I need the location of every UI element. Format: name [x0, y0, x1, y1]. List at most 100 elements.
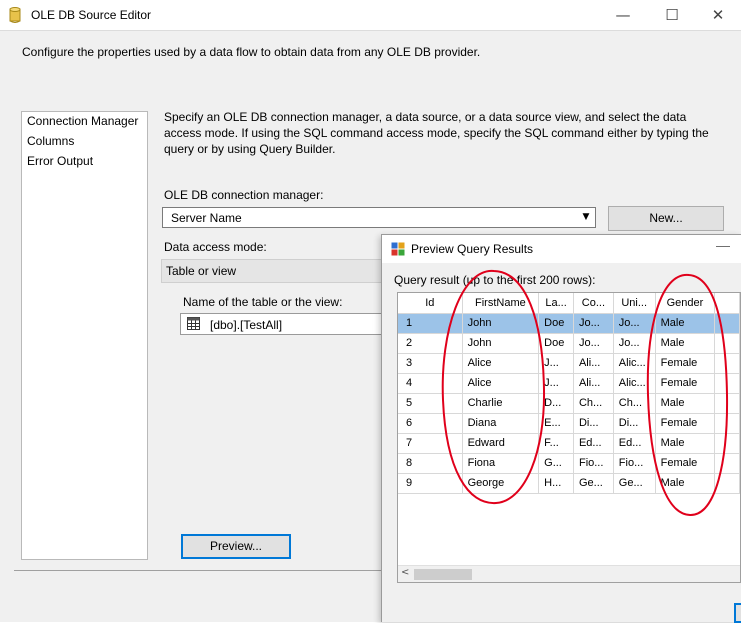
cell-id: 4: [398, 373, 463, 394]
horizontal-scrollbar[interactable]: <: [398, 565, 740, 582]
window-title: OLE DB Source Editor: [31, 8, 152, 22]
cell-gender: Female: [655, 453, 716, 474]
cell-lastname: J...: [538, 373, 574, 394]
table-row[interactable]: 6 Diana E... Di... Di... Female: [398, 413, 740, 434]
data-access-mode-select[interactable]: Table or view: [161, 259, 391, 283]
database-icon: [9, 7, 21, 23]
cell-col4: Ali...: [573, 353, 614, 374]
cell-overflow: [714, 373, 740, 394]
preview-grid-icon: [391, 242, 405, 256]
cell-gender: Male: [655, 333, 716, 354]
connection-manager-select[interactable]: Server Name ▼: [162, 207, 596, 228]
query-result-caption: Query result (up to the first 200 rows):: [394, 273, 596, 287]
cell-lastname: Doe: [538, 313, 574, 334]
instructions-text: Specify an OLE DB connection manager, a …: [164, 110, 709, 156]
column-header-col4[interactable]: Co...: [573, 293, 614, 314]
cell-gender: Female: [655, 373, 716, 394]
close-button[interactable]: ✕: [695, 0, 741, 30]
cell-col5: Ed...: [613, 433, 656, 454]
table-name-value: [dbo].[TestAll]: [210, 318, 283, 332]
cell-id: 1: [398, 313, 463, 334]
preview-minimize-button[interactable]: —: [716, 237, 730, 253]
scrollbar-thumb[interactable]: [414, 569, 472, 580]
cell-gender: Male: [655, 473, 716, 494]
cell-firstname: John: [462, 333, 540, 354]
cell-id: 8: [398, 453, 463, 474]
connection-manager-label: OLE DB connection manager:: [164, 188, 324, 202]
cell-col4: Ali...: [573, 373, 614, 394]
column-header-id[interactable]: Id: [398, 293, 463, 314]
table-icon: [187, 317, 200, 330]
new-connection-button[interactable]: New...: [608, 206, 724, 231]
minimize-button[interactable]: —: [600, 0, 646, 30]
cell-col4: Ch...: [573, 393, 614, 414]
cell-gender: Female: [655, 353, 716, 374]
table-row[interactable]: 3 Alice J... Ali... Alic... Female: [398, 353, 740, 374]
results-table: Id FirstName La... Co... Uni... Gender 1…: [398, 293, 740, 494]
column-header-col5[interactable]: Uni...: [613, 293, 656, 314]
nav-item-error-output[interactable]: Error Output: [27, 154, 93, 168]
cell-firstname: Fiona: [462, 453, 540, 474]
cell-id: 7: [398, 433, 463, 454]
cell-firstname: George: [462, 473, 540, 494]
data-access-mode-label: Data access mode:: [164, 240, 267, 254]
cell-firstname: Diana: [462, 413, 540, 434]
results-grid[interactable]: Id FirstName La... Co... Uni... Gender 1…: [397, 292, 741, 583]
cell-overflow: [714, 453, 740, 474]
column-header-lastname[interactable]: La...: [538, 293, 574, 314]
cell-overflow: [714, 473, 740, 494]
scroll-left-icon[interactable]: <: [401, 567, 409, 578]
cell-col4: Jo...: [573, 313, 614, 334]
cell-overflow: [714, 433, 740, 454]
cell-gender: Male: [655, 433, 716, 454]
cell-col5: Jo...: [613, 333, 656, 354]
dropdown-arrow-icon[interactable]: ▼: [577, 208, 595, 227]
cell-col5: Jo...: [613, 313, 656, 334]
table-row[interactable]: 2 John Doe Jo... Jo... Male: [398, 333, 740, 354]
preview-button[interactable]: Preview...: [181, 534, 291, 559]
maximize-button[interactable]: ☐: [649, 0, 695, 30]
cell-overflow: [714, 413, 740, 434]
cell-gender: Female: [655, 413, 716, 434]
column-header-firstname[interactable]: FirstName: [462, 293, 540, 314]
cell-firstname: Charlie: [462, 393, 540, 414]
cell-col4: Jo...: [573, 333, 614, 354]
connection-manager-value: Server Name: [171, 211, 242, 225]
cell-overflow: [714, 393, 740, 414]
cell-col5: Ge...: [613, 473, 656, 494]
nav-item-connection-manager[interactable]: Connection Manager: [27, 114, 138, 128]
table-row[interactable]: 9 George H... Ge... Ge... Male: [398, 473, 740, 494]
cell-id: 6: [398, 413, 463, 434]
preview-close-button[interactable]: [734, 603, 741, 623]
table-name-select[interactable]: [dbo].[TestAll]: [180, 313, 390, 335]
cell-gender: Male: [655, 313, 716, 334]
table-row[interactable]: 1 John Doe Jo... Jo... Male: [398, 313, 740, 334]
page-nav-list: Connection Manager Columns Error Output: [21, 111, 148, 560]
table-row[interactable]: 7 Edward F... Ed... Ed... Male: [398, 433, 740, 454]
cell-col4: Di...: [573, 413, 614, 434]
cell-lastname: H...: [538, 473, 574, 494]
cell-lastname: J...: [538, 353, 574, 374]
cell-col5: Fio...: [613, 453, 656, 474]
cell-col5: Alic...: [613, 353, 656, 374]
table-row[interactable]: 4 Alice J... Ali... Alic... Female: [398, 373, 740, 394]
cell-firstname: Edward: [462, 433, 540, 454]
data-access-mode-value: Table or view: [166, 264, 237, 278]
cell-col4: Fio...: [573, 453, 614, 474]
nav-item-columns[interactable]: Columns: [27, 134, 74, 148]
cell-lastname: Doe: [538, 333, 574, 354]
results-body: 1 John Doe Jo... Jo... Male 2 John Doe Jo... Jo...…: [398, 313, 740, 494]
cell-id: 9: [398, 473, 463, 494]
cell-lastname: F...: [538, 433, 574, 454]
table-row[interactable]: 8 Fiona G... Fio... Fio... Female: [398, 453, 740, 474]
cell-overflow: [714, 333, 740, 354]
table-row[interactable]: 5 Charlie D... Ch... Ch... Male: [398, 393, 740, 414]
preview-results-window: Preview Query Results — Query result (up…: [381, 234, 741, 623]
column-header-gender[interactable]: Gender: [655, 293, 716, 314]
column-header-overflow: [714, 293, 740, 314]
cell-firstname: Alice: [462, 373, 540, 394]
table-name-label: Name of the table or the view:: [183, 295, 343, 309]
cell-overflow: [714, 313, 740, 334]
cell-overflow: [714, 353, 740, 374]
cell-firstname: Alice: [462, 353, 540, 374]
